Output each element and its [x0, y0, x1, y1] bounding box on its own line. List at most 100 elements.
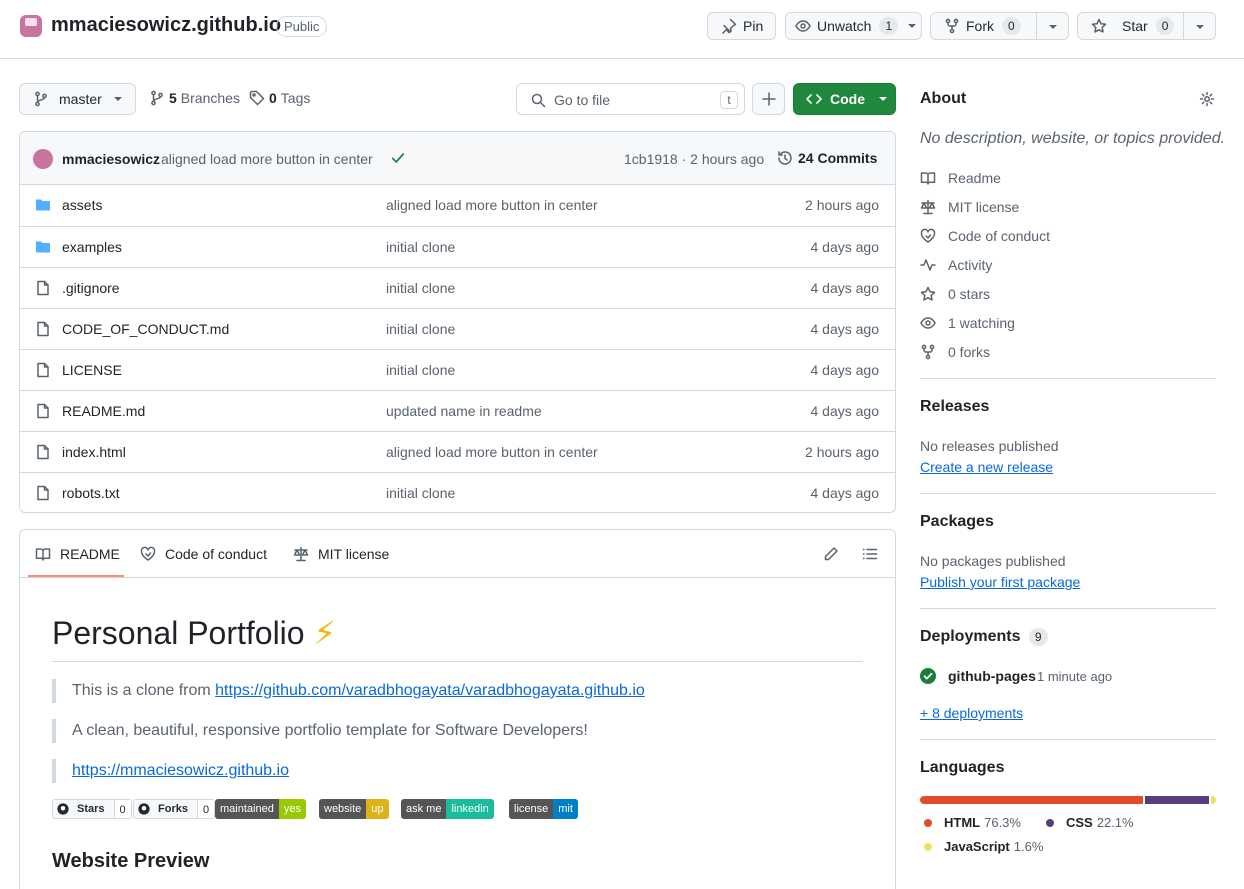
star-icon: [920, 286, 936, 302]
readme-title: Personal Portfolio ⚡: [52, 614, 336, 652]
about-link[interactable]: 1 watching: [920, 315, 1015, 331]
edit-pencil-icon[interactable]: [823, 546, 839, 562]
file-row[interactable]: LICENSE initial clone 4 days ago: [20, 349, 895, 390]
file-name[interactable]: index.html: [62, 444, 126, 460]
deployments-heading[interactable]: Deployments 9: [920, 628, 1048, 646]
readme-badge[interactable]: website up: [319, 799, 389, 819]
section-heading: Website Preview: [52, 850, 210, 872]
packages-text: No packages published: [920, 553, 1066, 569]
file-row[interactable]: .gitignore initial clone 4 days ago: [20, 267, 895, 308]
file-commit-message[interactable]: initial clone: [386, 321, 455, 337]
branch-select[interactable]: master: [19, 83, 136, 115]
code-of-conduct-icon: [140, 546, 156, 562]
tags-link[interactable]: 0 Tags: [249, 90, 310, 106]
languages-heading: Languages: [920, 759, 1005, 776]
language-legend-item[interactable]: HTML 76.3%: [924, 815, 1021, 830]
readme-badge[interactable]: license mit: [509, 799, 578, 819]
outline-list-icon[interactable]: [862, 546, 878, 562]
readme-panel: README Code of conduct MIT license Perso…: [19, 529, 896, 889]
about-link[interactable]: 0 stars: [920, 286, 990, 302]
about-link[interactable]: Readme: [920, 170, 1001, 186]
fork-button[interactable]: Fork 0: [930, 12, 1069, 40]
file-commit-message[interactable]: initial clone: [386, 485, 455, 501]
about-link-label: Readme: [948, 170, 1001, 186]
file-commit-message[interactable]: aligned load more button in center: [386, 197, 598, 213]
star-button[interactable]: Star 0: [1077, 12, 1216, 40]
search-icon: [530, 92, 546, 108]
unwatch-button[interactable]: Unwatch 1: [785, 12, 922, 40]
file-row[interactable]: robots.txt initial clone 4 days ago: [20, 472, 895, 512]
gear-icon[interactable]: [1199, 91, 1215, 107]
commit-hash-time[interactable]: 1cb1918 · 2 hours ago: [624, 151, 764, 167]
file-commit-message[interactable]: updated name in readme: [386, 403, 542, 419]
commits-count: 24: [798, 150, 814, 166]
folder-icon: [35, 239, 51, 255]
about-link[interactable]: MIT license: [920, 199, 1019, 215]
badge-left: Forks: [158, 803, 188, 815]
clone-source-link[interactable]: https://github.com/varadbhogayata/varadb…: [215, 682, 645, 699]
chevron-down-icon[interactable]: [1049, 25, 1057, 29]
site-link[interactable]: https://mmaciesowicz.github.io: [72, 762, 289, 779]
file-commit-message[interactable]: initial clone: [386, 280, 455, 296]
tab-code-of-conduct[interactable]: Code of conduct: [140, 546, 267, 562]
branches-link[interactable]: 5 Branches: [149, 90, 240, 106]
go-to-file-input[interactable]: Go to file t: [516, 83, 745, 115]
unwatch-label: Unwatch: [817, 18, 872, 34]
repo-header: mmaciesowicz.github.io Public Pin Unwatc…: [0, 0, 1244, 59]
pin-button[interactable]: Pin: [707, 12, 776, 40]
language-bar: [920, 796, 1216, 804]
file-name[interactable]: examples: [62, 239, 122, 255]
repo-name[interactable]: mmaciesowicz.github.io: [51, 14, 281, 37]
readme-badge[interactable]: ask me linkedin: [401, 799, 494, 819]
language-legend-item[interactable]: CSS 22.1%: [1046, 815, 1134, 830]
language-legend-item[interactable]: JavaScript 1.6%: [924, 839, 1043, 854]
deployment-time: 1 minute ago: [1037, 669, 1113, 684]
repo-owner-avatar[interactable]: [20, 15, 42, 37]
file-row[interactable]: assets aligned load more button in center…: [20, 185, 895, 226]
about-link[interactable]: Code of conduct: [920, 228, 1050, 244]
file-name[interactable]: LICENSE: [62, 362, 122, 378]
badge-right: mit: [553, 799, 578, 819]
create-release-link[interactable]: Create a new release: [920, 459, 1053, 475]
file-icon: [35, 403, 51, 419]
file-name[interactable]: robots.txt: [62, 485, 120, 501]
readme-badge[interactable]: maintained yes: [215, 799, 306, 819]
file-name[interactable]: assets: [62, 197, 102, 213]
chevron-down-icon[interactable]: [1196, 25, 1204, 29]
commits-label: Commits: [817, 150, 878, 166]
more-deployments-link[interactable]: + 8 deployments: [920, 705, 1023, 721]
packages-heading[interactable]: Packages: [920, 513, 994, 531]
commit-message[interactable]: aligned load more button in center: [161, 151, 373, 167]
chevron-down-icon[interactable]: [908, 24, 917, 28]
publish-package-link[interactable]: Publish your first package: [920, 574, 1080, 590]
about-link[interactable]: 0 forks: [920, 344, 990, 360]
commit-author[interactable]: mmaciesowicz: [62, 151, 160, 167]
file-age: 2 hours ago: [805, 197, 879, 213]
commits-link[interactable]: 24 Commits: [798, 150, 877, 166]
file-row[interactable]: README.md updated name in readme 4 days ag…: [20, 390, 895, 431]
file-row[interactable]: examples initial clone 4 days ago: [20, 226, 895, 267]
author-avatar[interactable]: [33, 149, 53, 169]
file-commit-message[interactable]: initial clone: [386, 239, 455, 255]
file-name[interactable]: CODE_OF_CONDUCT.md: [62, 321, 229, 337]
check-icon[interactable]: [391, 151, 405, 165]
file-icon: [35, 485, 51, 501]
file-row[interactable]: CODE_OF_CONDUCT.md initial clone 4 days ag…: [20, 308, 895, 349]
tab-readme[interactable]: README: [35, 546, 120, 562]
about-link[interactable]: Activity: [920, 257, 992, 273]
releases-heading[interactable]: Releases: [920, 398, 989, 416]
readme-badge[interactable]: Stars 0: [52, 799, 132, 819]
file-name[interactable]: README.md: [62, 403, 145, 419]
success-check-icon: [920, 668, 936, 684]
file-commit-message[interactable]: aligned load more button in center: [386, 444, 598, 460]
deployment-name[interactable]: github-pages: [948, 668, 1036, 684]
file-commit-message[interactable]: initial clone: [386, 362, 455, 378]
file-age: 4 days ago: [810, 280, 880, 296]
readme-badge[interactable]: Forks 0: [133, 799, 216, 819]
file-row[interactable]: index.html aligned load more button in ce…: [20, 431, 895, 472]
code-button[interactable]: Code: [793, 83, 896, 115]
file-name[interactable]: .gitignore: [62, 280, 120, 296]
law-icon: [293, 546, 309, 562]
tab-mit-license[interactable]: MIT license: [293, 546, 389, 562]
add-file-button[interactable]: [752, 83, 785, 115]
